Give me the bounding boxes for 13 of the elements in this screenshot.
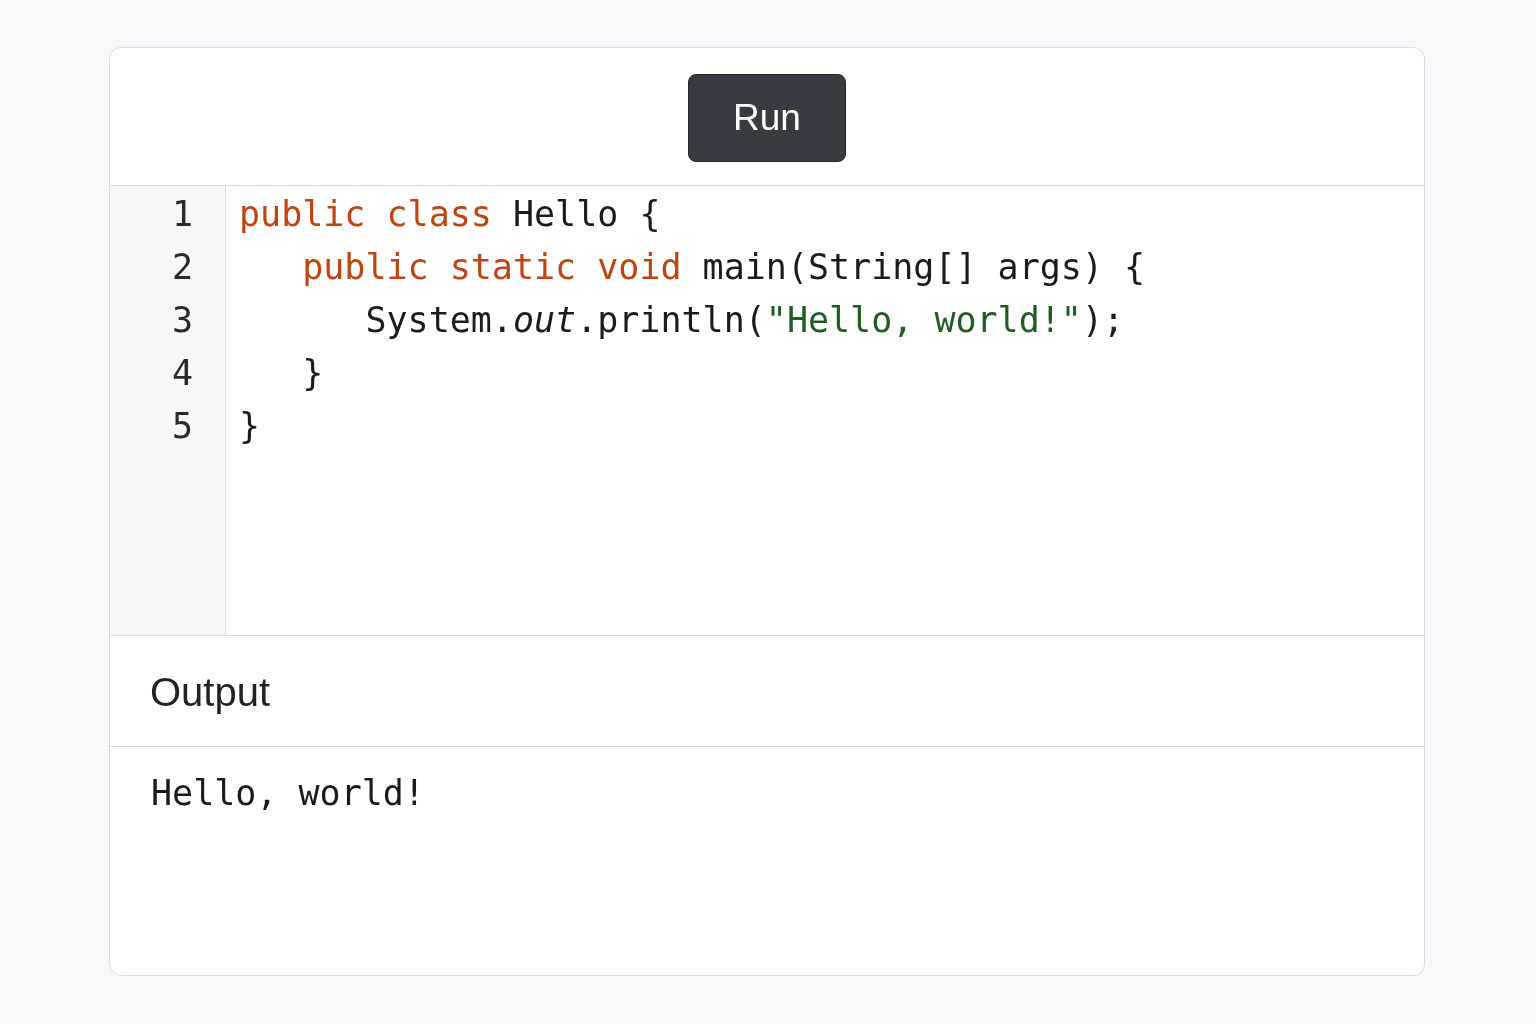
code-line: public class Hello { (239, 192, 661, 236)
output-text: Hello, world! (151, 773, 425, 813)
code-line: } (239, 404, 261, 448)
line-number: 1 (171, 192, 193, 236)
line-number: 5 (171, 404, 193, 448)
line-number: 4 (171, 351, 193, 395)
line-number: 2 (171, 245, 193, 289)
code-line: System.out.println("Hello, world!"); (364, 298, 1125, 342)
line-number: 3 (171, 298, 193, 342)
run-button[interactable]: Run (688, 73, 846, 162)
output-heading: Output (150, 669, 271, 715)
code-line: public static void main(String[] args) { (301, 245, 1146, 289)
code-line: } (301, 351, 324, 395)
